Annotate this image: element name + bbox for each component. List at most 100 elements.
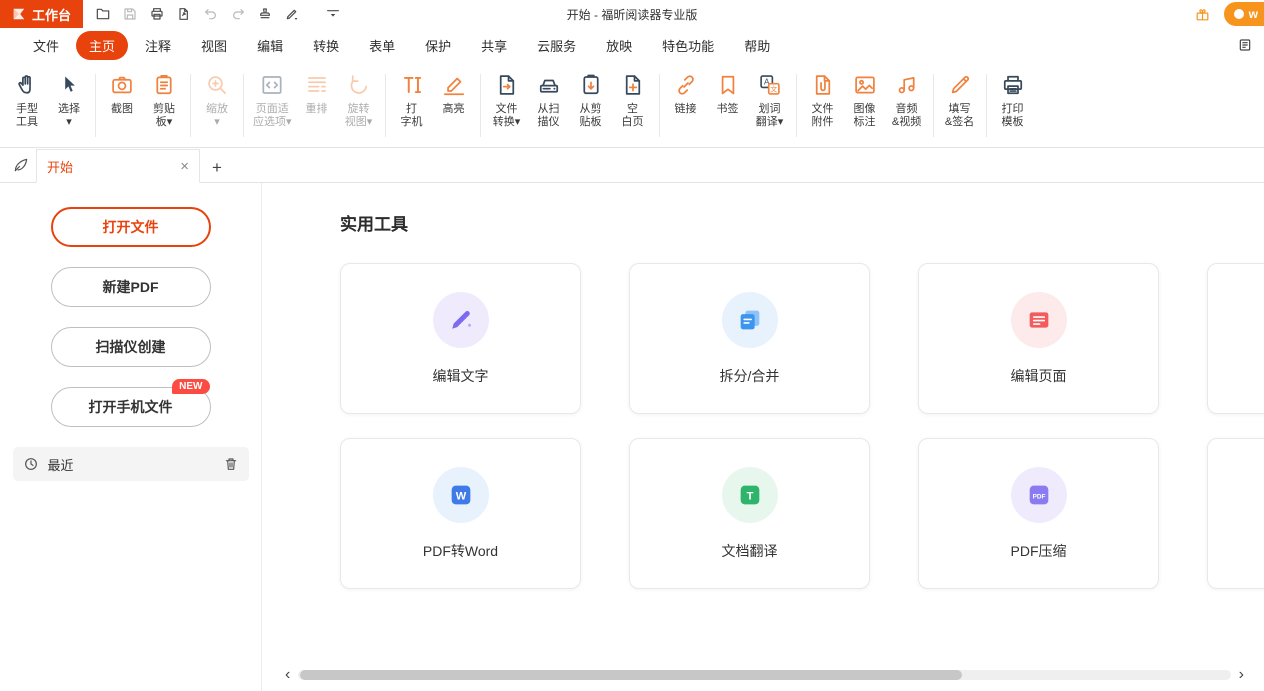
recent-files-row[interactable]: 最近	[13, 447, 249, 481]
annotation-pen-icon[interactable]	[6, 150, 36, 180]
scroll-left-icon[interactable]: ‹	[285, 667, 290, 683]
paste-clipboard-icon	[578, 69, 604, 101]
menu-cloud[interactable]: 云服务	[524, 31, 589, 60]
ribbon-tool-file-attachment[interactable]: 文件 附件	[802, 64, 844, 147]
ribbon-tool-label: 划词 翻译▾	[756, 103, 784, 129]
ribbon-tool-audio-video[interactable]: 音频 &视频	[886, 64, 928, 147]
ribbon-tool-hand[interactable]: 手型 工具	[6, 64, 48, 147]
scrollbar-track[interactable]	[298, 670, 1230, 680]
menu-view[interactable]: 视图	[188, 31, 240, 60]
scroll-right-icon[interactable]: ›	[1239, 667, 1244, 683]
open-mobile-files-button[interactable]: 打开手机文件 NEW	[51, 387, 211, 427]
section-title: 实用工具	[340, 210, 1264, 235]
ribbon-tool-label: 打 字机	[401, 103, 423, 129]
print-icon[interactable]	[143, 2, 170, 26]
customize-toolbar-chevron-icon[interactable]	[319, 2, 346, 26]
titlebar: 工作台	[0, 0, 1264, 28]
tool-card-partial[interactable]	[1207, 263, 1264, 414]
menu-home[interactable]: 主页	[76, 31, 128, 60]
export-icon[interactable]	[170, 2, 197, 26]
svg-text:T: T	[746, 490, 753, 502]
ribbon-separator	[796, 74, 797, 137]
menu-protect[interactable]: 保护	[412, 31, 464, 60]
ribbon-tool-label: 从扫 描仪	[538, 103, 560, 129]
ribbon-tool-page-fit[interactable]: 页面适 应选项▾	[249, 64, 296, 147]
workspace-button[interactable]: 工作台	[0, 0, 83, 28]
ribbon-tool-label: 缩放 ▾	[206, 103, 228, 129]
redo-icon[interactable]	[224, 2, 251, 26]
new-pdf-label: 新建PDF	[103, 277, 159, 297]
ribbon-tool-snapshot[interactable]: 截图	[101, 64, 143, 147]
file-convert-icon	[494, 69, 520, 101]
tool-card-edit-pages[interactable]: 编辑页面	[918, 263, 1159, 414]
pdf-to-word-icon: W	[433, 467, 489, 523]
new-pdf-button[interactable]: 新建PDF	[51, 267, 211, 307]
clipboard-icon	[151, 69, 177, 101]
ribbon-tool-print-template[interactable]: 打印 模板	[992, 64, 1034, 147]
edit-text-pencil-icon	[433, 292, 489, 348]
ribbon-tool-select[interactable]: 选择 ▾	[48, 64, 90, 147]
ribbon-tool-image-annotation[interactable]: 图像 标注	[844, 64, 886, 147]
ribbon-tool-typewriter[interactable]: 打 字机	[391, 64, 433, 147]
open-folder-icon[interactable]	[89, 2, 116, 26]
ribbon-tool-zoom[interactable]: 缩放 ▾	[196, 64, 238, 147]
tab-label: 开始	[47, 157, 172, 176]
ribbon-tool-clipboard[interactable]: 剪贴 板▾	[143, 64, 185, 147]
ribbon-tool-label: 高亮	[443, 103, 465, 116]
gift-icon[interactable]	[1190, 2, 1216, 26]
rotate-view-icon	[346, 69, 372, 101]
tab-close-icon[interactable]: ×	[180, 159, 189, 174]
ribbon-tool-translate[interactable]: A文 划词 翻译▾	[749, 64, 791, 147]
ribbon-tool-label: 链接	[675, 103, 697, 116]
new-tab-button[interactable]: +	[212, 159, 222, 176]
scanner-icon	[536, 69, 562, 101]
ribbon-tool-bookmark[interactable]: 书签	[707, 64, 749, 147]
tool-card-pdf-to-word[interactable]: W PDF转Word	[340, 438, 581, 589]
ribbon-tool-file-convert[interactable]: 文件 转换▾	[486, 64, 528, 147]
ribbon-tool-from-scanner[interactable]: 从扫 描仪	[528, 64, 570, 147]
menubar: 文件 主页 注释 视图 编辑 转换 表单 保护 共享 云服务 放映 特色功能 帮…	[0, 28, 1264, 62]
save-icon[interactable]	[116, 2, 143, 26]
menu-form[interactable]: 表单	[356, 31, 408, 60]
tool-card-doc-translate[interactable]: T 文档翻译	[629, 438, 870, 589]
ribbon-tool-highlight[interactable]: 高亮	[433, 64, 475, 147]
ribbon-tool-label: 打印 模板	[1002, 103, 1024, 129]
scanner-create-button[interactable]: 扫描仪创建	[51, 327, 211, 367]
menu-share[interactable]: 共享	[468, 31, 520, 60]
menu-help[interactable]: 帮助	[731, 31, 783, 60]
svg-text:文: 文	[770, 85, 777, 94]
ribbon-tool-label: 选择 ▾	[58, 103, 80, 129]
ribbon-tool-from-clipboard[interactable]: 从剪 贴板	[570, 64, 612, 147]
zoom-icon	[204, 69, 230, 101]
svg-text:PDF: PDF	[1032, 493, 1045, 500]
ribbon-tool-fill-sign[interactable]: 填写 &签名	[939, 64, 981, 147]
pen-tools-icon[interactable]	[278, 2, 305, 26]
ribbon-tool-label: 音频 &视频	[892, 103, 921, 129]
scrollbar-thumb[interactable]	[300, 670, 962, 680]
tab-start[interactable]: 开始 ×	[36, 149, 200, 183]
menu-file[interactable]: 文件	[20, 31, 72, 60]
ribbon-tool-blank-page[interactable]: 空 白页	[612, 64, 654, 147]
tool-card-partial[interactable]	[1207, 438, 1264, 589]
tool-card-pdf-compress[interactable]: PDF PDF压缩	[918, 438, 1159, 589]
tool-card-split-merge[interactable]: 拆分/合并	[629, 263, 870, 414]
menu-edit[interactable]: 编辑	[244, 31, 296, 60]
tool-card-edit-text[interactable]: 编辑文字	[340, 263, 581, 414]
ribbon-tool-reflow[interactable]: 重排	[296, 64, 338, 147]
menu-convert[interactable]: 转换	[300, 31, 352, 60]
stamp-icon[interactable]	[251, 2, 278, 26]
open-file-button[interactable]: 打开文件	[51, 207, 211, 247]
menu-slideshow[interactable]: 放映	[593, 31, 645, 60]
ribbon-separator	[190, 74, 191, 137]
side-panel-icon[interactable]	[1234, 34, 1256, 56]
upgrade-button[interactable]: w	[1224, 2, 1264, 26]
ribbon-tool-rotate-view[interactable]: 旋转 视图▾	[338, 64, 380, 147]
menu-features[interactable]: 特色功能	[649, 31, 727, 60]
menu-comment[interactable]: 注释	[132, 31, 184, 60]
tool-card-grid: 编辑文字 拆分/合并 编辑页面 W	[340, 263, 1264, 589]
ribbon-tool-link[interactable]: 链接	[665, 64, 707, 147]
undo-icon[interactable]	[197, 2, 224, 26]
trash-icon[interactable]	[223, 456, 239, 472]
ribbon-tool-label: 剪贴 板▾	[153, 103, 175, 129]
horizontal-scrollbar: ‹ ›	[285, 667, 1244, 683]
